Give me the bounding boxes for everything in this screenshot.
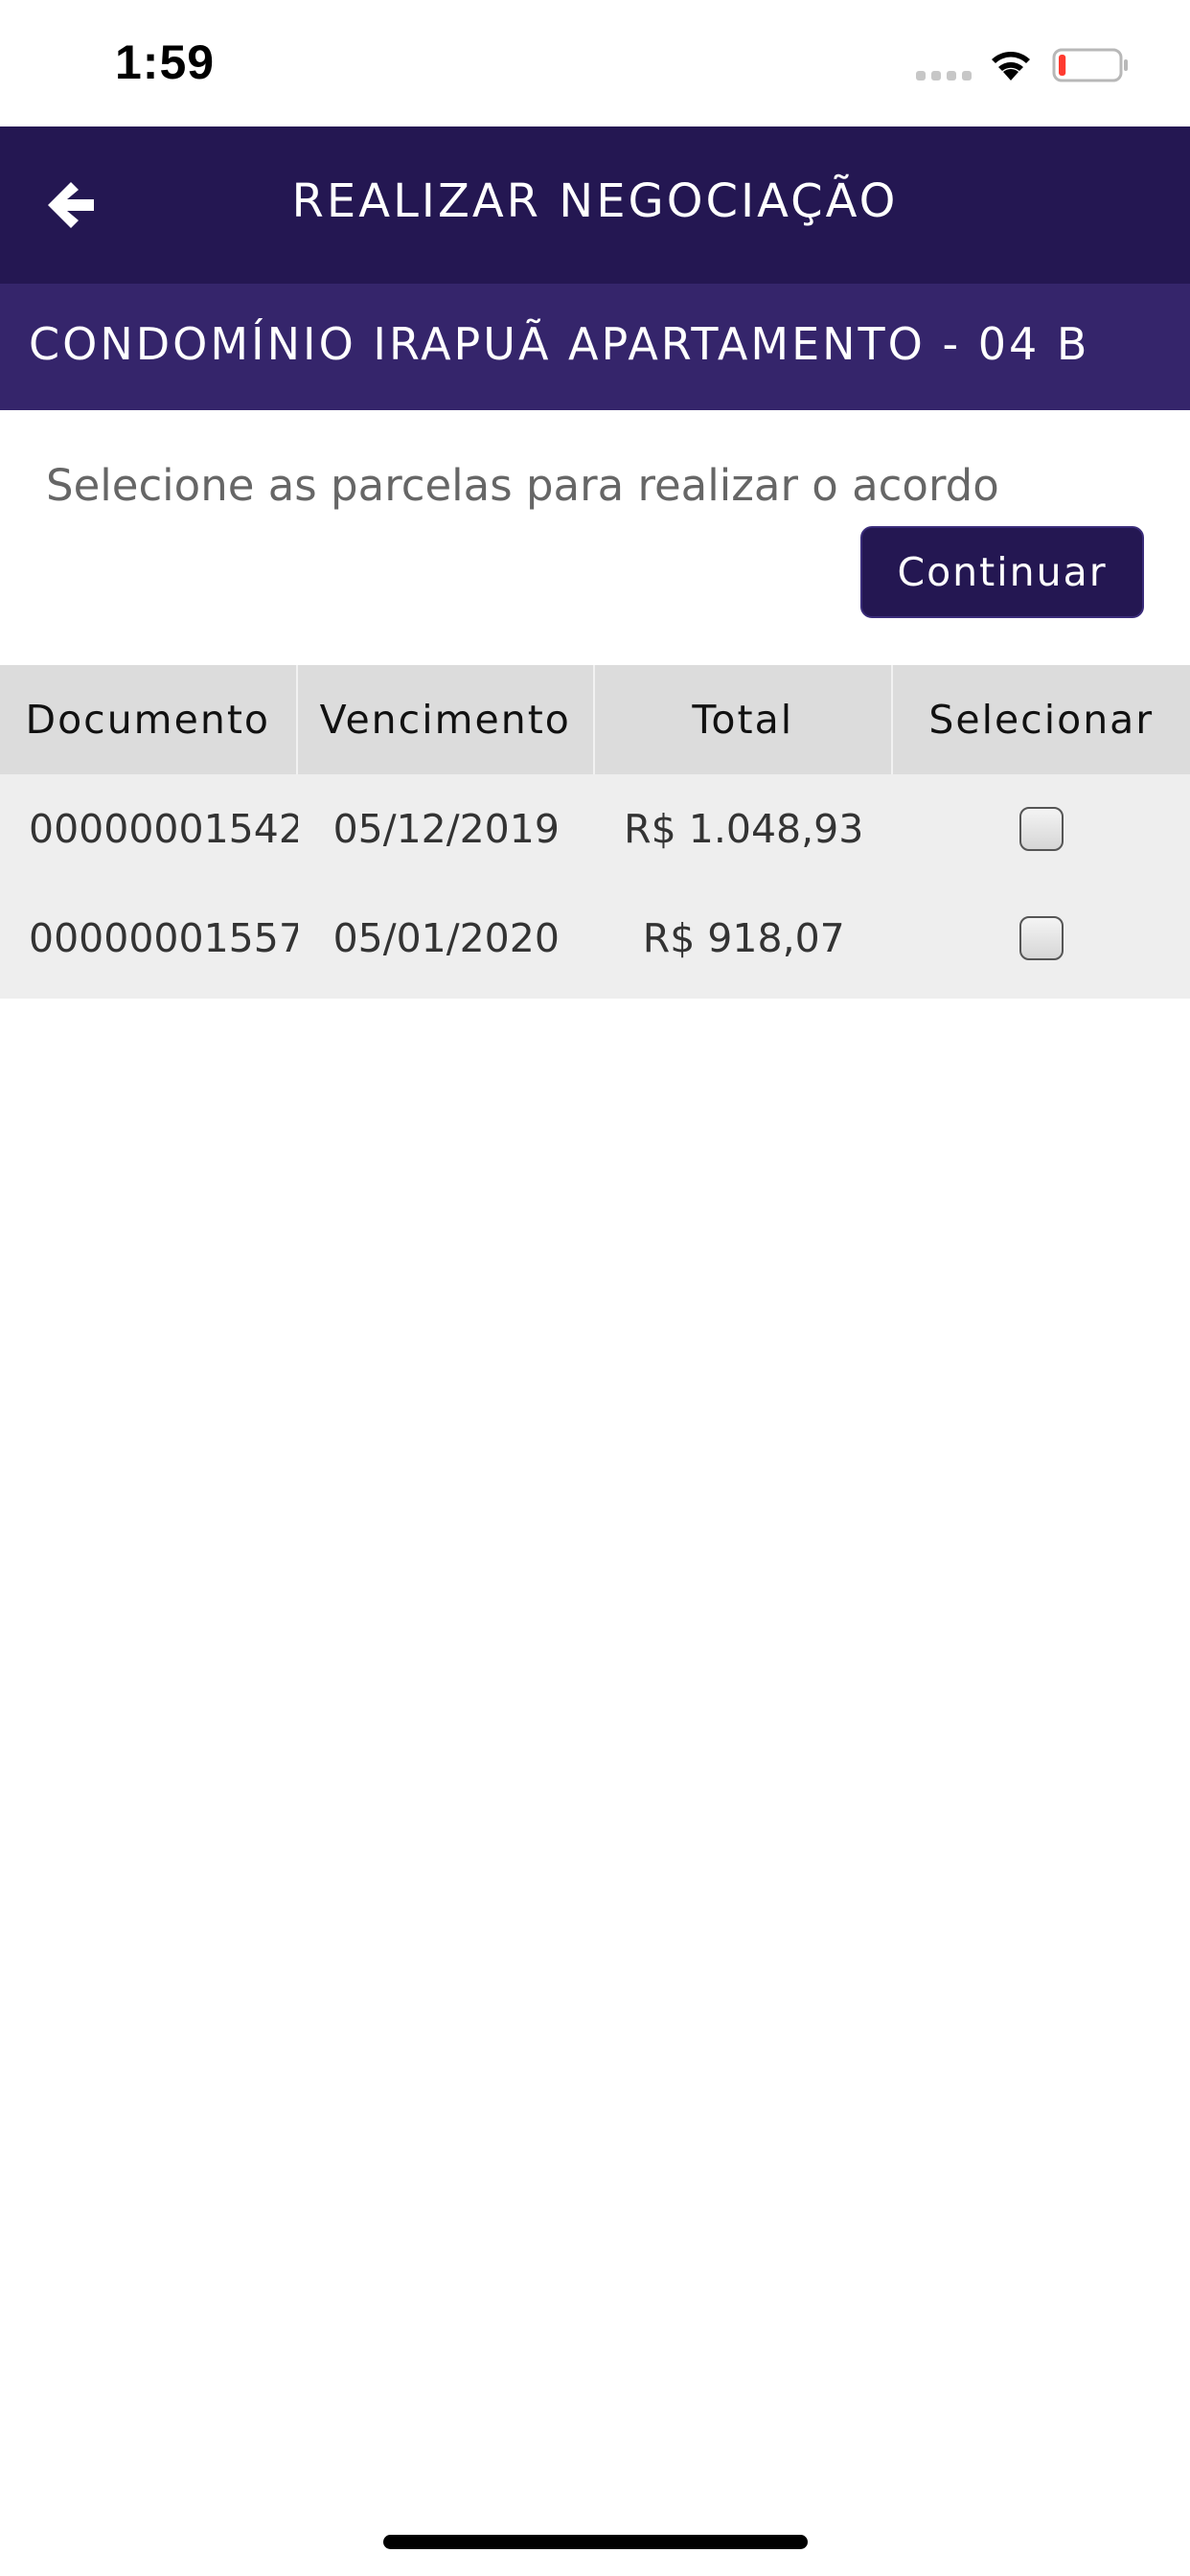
header-vencimento: Vencimento	[298, 665, 595, 774]
wifi-icon	[992, 52, 1030, 80]
instruction-text: Selecione as parcelas para realizar o ac…	[46, 460, 999, 511]
signal-dots-icon	[916, 71, 972, 80]
cell-documento: 00000001542	[29, 806, 298, 852]
installments-table: Documento Vencimento Total Selecionar 00…	[0, 665, 1190, 999]
battery-low-icon	[1052, 48, 1128, 82]
table-body: 00000001542 05/12/2019 R$ 1.048,93 00000…	[0, 774, 1190, 999]
cell-documento: 00000001557	[29, 915, 298, 961]
status-bar: 1:59	[0, 0, 1190, 126]
table-row: 00000001542 05/12/2019 R$ 1.048,93	[0, 774, 1190, 884]
page-title: REALIZAR NEGOCIAÇÃO	[291, 174, 899, 228]
app-header: REALIZAR NEGOCIAÇÃO	[0, 126, 1190, 284]
table-header: Documento Vencimento Total Selecionar	[0, 665, 1190, 774]
header-documento: Documento	[0, 665, 298, 774]
property-title: CONDOMÍNIO IRAPUÃ APARTAMENTO - 04 B	[29, 318, 1090, 370]
property-banner: CONDOMÍNIO IRAPUÃ APARTAMENTO - 04 B	[0, 284, 1190, 410]
cell-selecionar	[893, 884, 1190, 993]
table-row: 00000001557 05/01/2020 R$ 918,07	[0, 884, 1190, 993]
select-checkbox[interactable]	[1018, 916, 1064, 960]
cell-selecionar	[893, 774, 1190, 884]
continue-button[interactable]: Continuar	[860, 526, 1144, 618]
header-selecionar: Selecionar	[928, 697, 1155, 743]
select-checkbox[interactable]	[1018, 807, 1064, 851]
cell-vencimento: 05/12/2019	[332, 806, 560, 852]
status-time: 1:59	[115, 35, 216, 89]
cell-total: R$ 918,07	[642, 915, 845, 961]
cell-vencimento: 05/01/2020	[332, 915, 560, 961]
header-total: Total	[595, 665, 893, 774]
home-indicator	[383, 2535, 808, 2549]
cell-total: R$ 1.048,93	[624, 806, 864, 852]
